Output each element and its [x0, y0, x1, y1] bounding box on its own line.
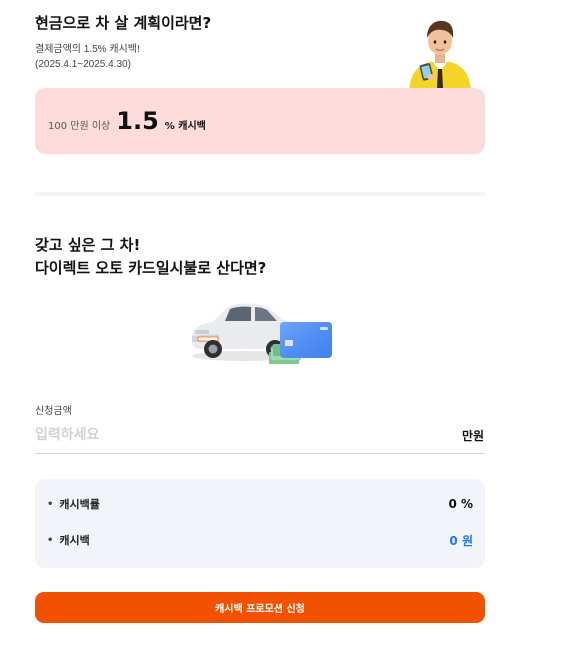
promo-subtitle-line1: 결제금액의 1.5% 캐시백! — [35, 44, 140, 55]
cashback-rate-row: • 캐시백률 0 % — [47, 494, 473, 514]
cashback-rate-label: 캐시백률 — [59, 498, 100, 511]
promo-subtitle: 결제금액의 1.5% 캐시백! (2025.4.1~2025.4.30) — [35, 42, 140, 72]
apply-promotion-button[interactable]: 캐시백 프로모션 신청 — [35, 592, 485, 623]
card-section-title-line2: 다이렉트 오토 카드일시불로 산다면? — [35, 259, 267, 277]
rate-value: 1.5 — [116, 107, 159, 135]
cashback-amount-label: 캐시백 — [59, 534, 90, 547]
person-illustration-icon — [409, 20, 471, 90]
promo-subtitle-line2: (2025.4.1~2025.4.30) — [35, 59, 131, 70]
input-underline — [35, 453, 485, 454]
rate-suffix: % 캐시백 — [164, 120, 206, 132]
card-section-title-line1: 갖고 싶은 그 차! — [35, 236, 141, 254]
cashback-rate-value: 0 % — [448, 497, 473, 511]
result-panel: • 캐시백률 0 % • 캐시백 0 원 — [35, 479, 485, 568]
section-divider — [35, 192, 485, 196]
cashback-rate-banner: 100 만원 이상 1.5 % 캐시백 — [35, 88, 485, 154]
amount-unit: 만원 — [462, 429, 485, 443]
bullet-icon: • — [47, 534, 54, 546]
cashback-amount-label-wrap: • 캐시백 — [47, 532, 90, 548]
promo-title: 현금으로 차 살 계획이라면? — [35, 14, 212, 32]
cashback-rate-label-wrap: • 캐시백률 — [47, 496, 100, 512]
cashback-amount-row: • 캐시백 0 원 — [47, 530, 473, 550]
amount-input[interactable] — [35, 422, 435, 448]
bullet-icon: • — [47, 498, 54, 510]
rate-condition-text: 100 만원 이상 — [48, 120, 111, 132]
car-card-illustration-icon — [192, 303, 332, 364]
amount-label: 신청금액 — [35, 406, 72, 417]
card-section-title: 갖고 싶은 그 차! 다이렉트 오토 카드일시불로 산다면? — [35, 234, 266, 280]
cashback-amount-value: 0 원 — [449, 533, 473, 548]
